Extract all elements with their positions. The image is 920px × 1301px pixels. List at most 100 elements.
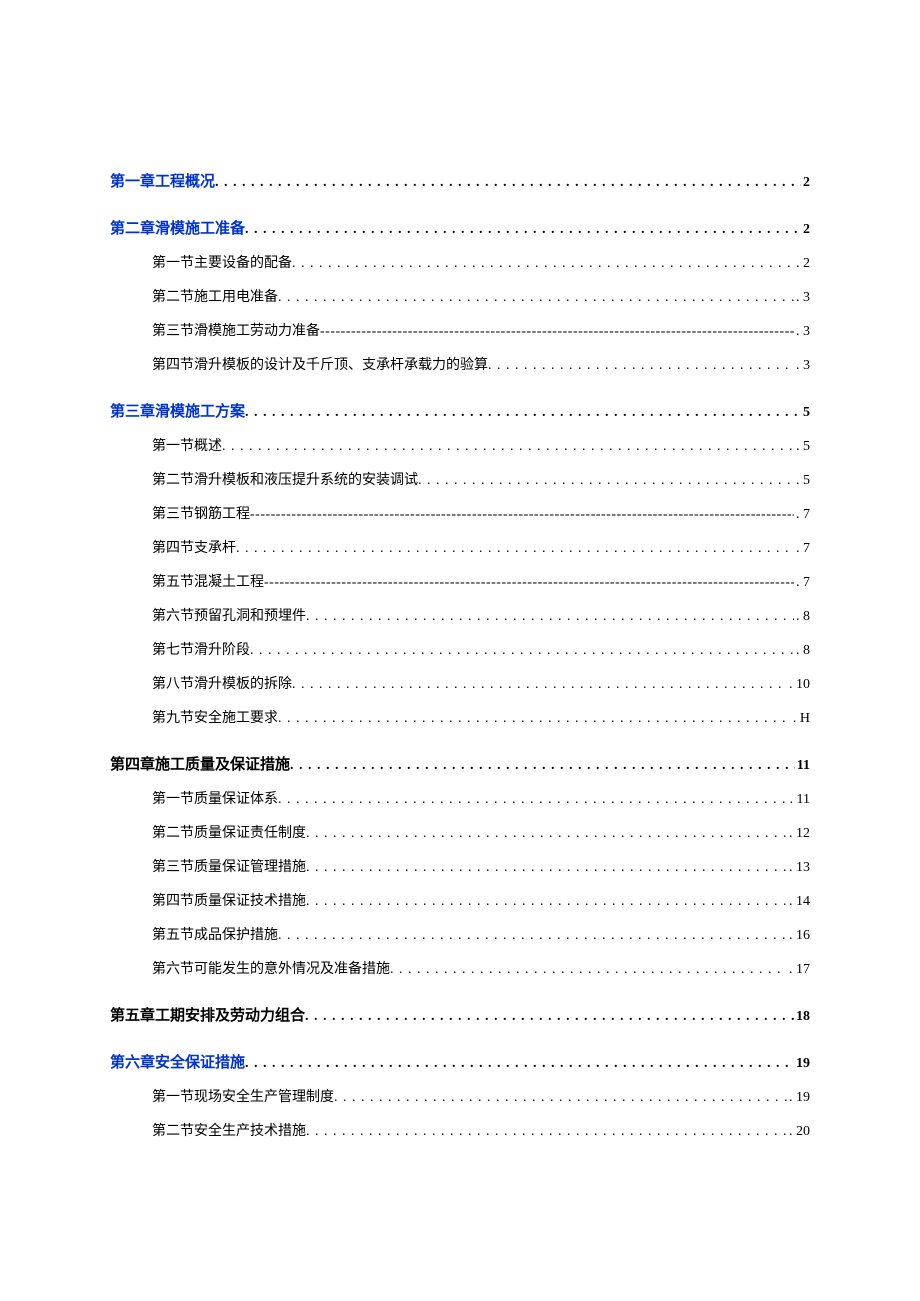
toc-chapter-label: 第六章安全保证措施 — [110, 1051, 245, 1072]
toc-row[interactable]: 第三章滑模施工方案 5 — [110, 400, 810, 421]
toc-leader — [278, 290, 794, 306]
toc-row[interactable]: 第一章工程概况 2 — [110, 170, 810, 191]
toc-leader — [278, 928, 787, 944]
toc-row[interactable]: 第一节现场安全生产管理制度. 19 — [110, 1086, 810, 1106]
toc-page-number: . 3 — [794, 358, 810, 374]
toc-section-label: 第三节质量保证管理措施 — [110, 856, 306, 876]
toc-row[interactable]: 第九节安全施工要求 . H — [110, 707, 810, 727]
toc-leader — [278, 792, 788, 808]
toc-row[interactable]: 第三节质量保证管理措施 . 13 — [110, 856, 810, 876]
toc-chapter-label: 第一章工程概况 — [110, 170, 215, 191]
toc-section-label: 第七节滑升阶段 — [110, 639, 250, 659]
table-of-contents: 第一章工程概况 2 第二章滑模施工准备 2 第一节主要设备的配备 . 2 第二节施工用电准备… — [110, 170, 810, 1140]
toc-page-number: . 10 — [787, 677, 810, 693]
toc-row[interactable]: 第五节混凝土工程 . 7 — [110, 571, 810, 591]
toc-row[interactable]: 第六章安全保证措施 19 — [110, 1051, 810, 1072]
toc-leader — [245, 1056, 794, 1072]
toc-section-label: 第五节混凝土工程 — [110, 571, 264, 591]
toc-section-label: 第九节安全施工要求 — [110, 707, 278, 727]
toc-section-label: 第一节现场安全生产管理制度 — [110, 1086, 334, 1106]
toc-row[interactable]: 第一节概述. 5 — [110, 435, 810, 455]
toc-row[interactable]: 第二章滑模施工准备 2 — [110, 217, 810, 238]
toc-page-number: . 2 — [794, 256, 810, 272]
toc-leader — [306, 826, 787, 842]
toc-row[interactable]: 第二节滑升模板和液压提升系统的安装调试 . 5 — [110, 469, 810, 489]
toc-row[interactable]: 第七节滑升阶段 . 8 — [110, 639, 810, 659]
toc-row[interactable]: 第四章施工质量及保证措施11 — [110, 753, 810, 774]
toc-page-number: . 16 — [787, 928, 810, 944]
toc-chapter-label: 第五章工期安排及劳动力组合 — [110, 1004, 305, 1025]
toc-row[interactable]: 第五章工期安排及劳动力组合 18 — [110, 1004, 810, 1025]
toc-page-number: . 20 — [787, 1124, 810, 1140]
toc-page-number: 2 — [801, 222, 810, 238]
toc-page-number: . 7 — [794, 541, 810, 557]
toc-leader — [306, 1124, 787, 1140]
toc-section-label: 第四节质量保证技术措施 — [110, 890, 306, 910]
toc-chapter-label: 第四章施工质量及保证措施 — [110, 753, 290, 774]
toc-leader — [305, 1009, 794, 1025]
toc-page-number: 19 — [794, 1056, 810, 1072]
toc-leader — [215, 175, 801, 191]
toc-page-number: . 5 — [794, 473, 810, 489]
toc-row[interactable]: 第三节钢筋工程 . 7 — [110, 503, 810, 523]
toc-leader — [278, 711, 791, 727]
toc-page-number: . 8 — [794, 643, 810, 659]
toc-leader — [250, 507, 794, 523]
toc-page-number: 18 — [794, 1009, 810, 1025]
toc-section-label: 第六节可能发生的意外情况及准备措施 — [110, 958, 390, 978]
toc-section-label: 第五节成品保护措施 — [110, 924, 278, 944]
toc-leader — [292, 256, 794, 272]
toc-section-label: 第四节支承杆 — [110, 537, 236, 557]
toc-page-number: . 11 — [788, 792, 810, 808]
toc-page-number: . 7 — [794, 575, 810, 591]
toc-leader — [222, 439, 794, 455]
toc-section-label: 第二节质量保证责任制度 — [110, 822, 306, 842]
toc-row[interactable]: 第六节预留孔洞和预埋件. 8 — [110, 605, 810, 625]
toc-page-number: . H — [791, 711, 810, 727]
toc-row[interactable]: 第一节主要设备的配备 . 2 — [110, 252, 810, 272]
toc-leader — [245, 405, 801, 421]
toc-chapter-label: 第三章滑模施工方案 — [110, 400, 245, 421]
toc-row[interactable]: 第二节质量保证责任制度 . 12 — [110, 822, 810, 842]
toc-page-number: . 17 — [787, 962, 810, 978]
toc-page-number: . 7 — [794, 507, 810, 523]
toc-page-number: . 3 — [794, 290, 810, 306]
toc-leader — [245, 222, 801, 238]
toc-section-label: 第二节滑升模板和液压提升系统的安装调试 — [110, 469, 418, 489]
toc-page-number: . 14 — [787, 894, 810, 910]
toc-row[interactable]: 第五节成品保护措施 . 16 — [110, 924, 810, 944]
toc-leader — [250, 643, 794, 659]
toc-row[interactable]: 第二节安全生产技术措施 . 20 — [110, 1120, 810, 1140]
toc-leader — [264, 575, 794, 591]
toc-row[interactable]: 第八节滑升模板的拆除 . 10 — [110, 673, 810, 693]
toc-row[interactable]: 第四节支承杆 . 7 — [110, 537, 810, 557]
toc-row[interactable]: 第二节施工用电准备 . 3 — [110, 286, 810, 306]
toc-section-label: 第三节钢筋工程 — [110, 503, 250, 523]
toc-section-label: 第六节预留孔洞和预埋件 — [110, 605, 306, 625]
toc-row[interactable]: 第六节可能发生的意外情况及准备措施 . 17 — [110, 958, 810, 978]
toc-chapter-label: 第二章滑模施工准备 — [110, 217, 245, 238]
toc-page-number: 5 — [801, 405, 810, 421]
toc-section-label: 第三节滑模施工劳动力准备 — [110, 320, 320, 340]
toc-leader — [390, 962, 787, 978]
toc-leader — [306, 609, 794, 625]
toc-section-label: 第一节主要设备的配备 — [110, 252, 292, 272]
toc-page-number: 2 — [801, 175, 810, 191]
toc-leader — [306, 894, 787, 910]
toc-page-number: . 13 — [787, 860, 810, 876]
toc-leader — [306, 860, 787, 876]
toc-page-number: . 12 — [787, 826, 810, 842]
toc-row[interactable]: 第三节滑模施工劳动力准备. 3 — [110, 320, 810, 340]
toc-leader — [488, 358, 794, 374]
toc-section-label: 第二节安全生产技术措施 — [110, 1120, 306, 1140]
toc-leader — [418, 473, 794, 489]
toc-row[interactable]: 第一节质量保证体系 . 11 — [110, 788, 810, 808]
toc-section-label: 第一节质量保证体系 — [110, 788, 278, 808]
toc-section-label: 第八节滑升模板的拆除 — [110, 673, 292, 693]
toc-row[interactable]: 第四节滑升模板的设计及千斤顶、支承杆承载力的验算 . 3 — [110, 354, 810, 374]
toc-leader — [334, 1090, 787, 1106]
toc-section-label: 第四节滑升模板的设计及千斤顶、支承杆承载力的验算 — [110, 354, 488, 374]
toc-page-number: . 5 — [794, 439, 810, 455]
toc-section-label: 第二节施工用电准备 — [110, 286, 278, 306]
toc-row[interactable]: 第四节质量保证技术措施 . 14 — [110, 890, 810, 910]
